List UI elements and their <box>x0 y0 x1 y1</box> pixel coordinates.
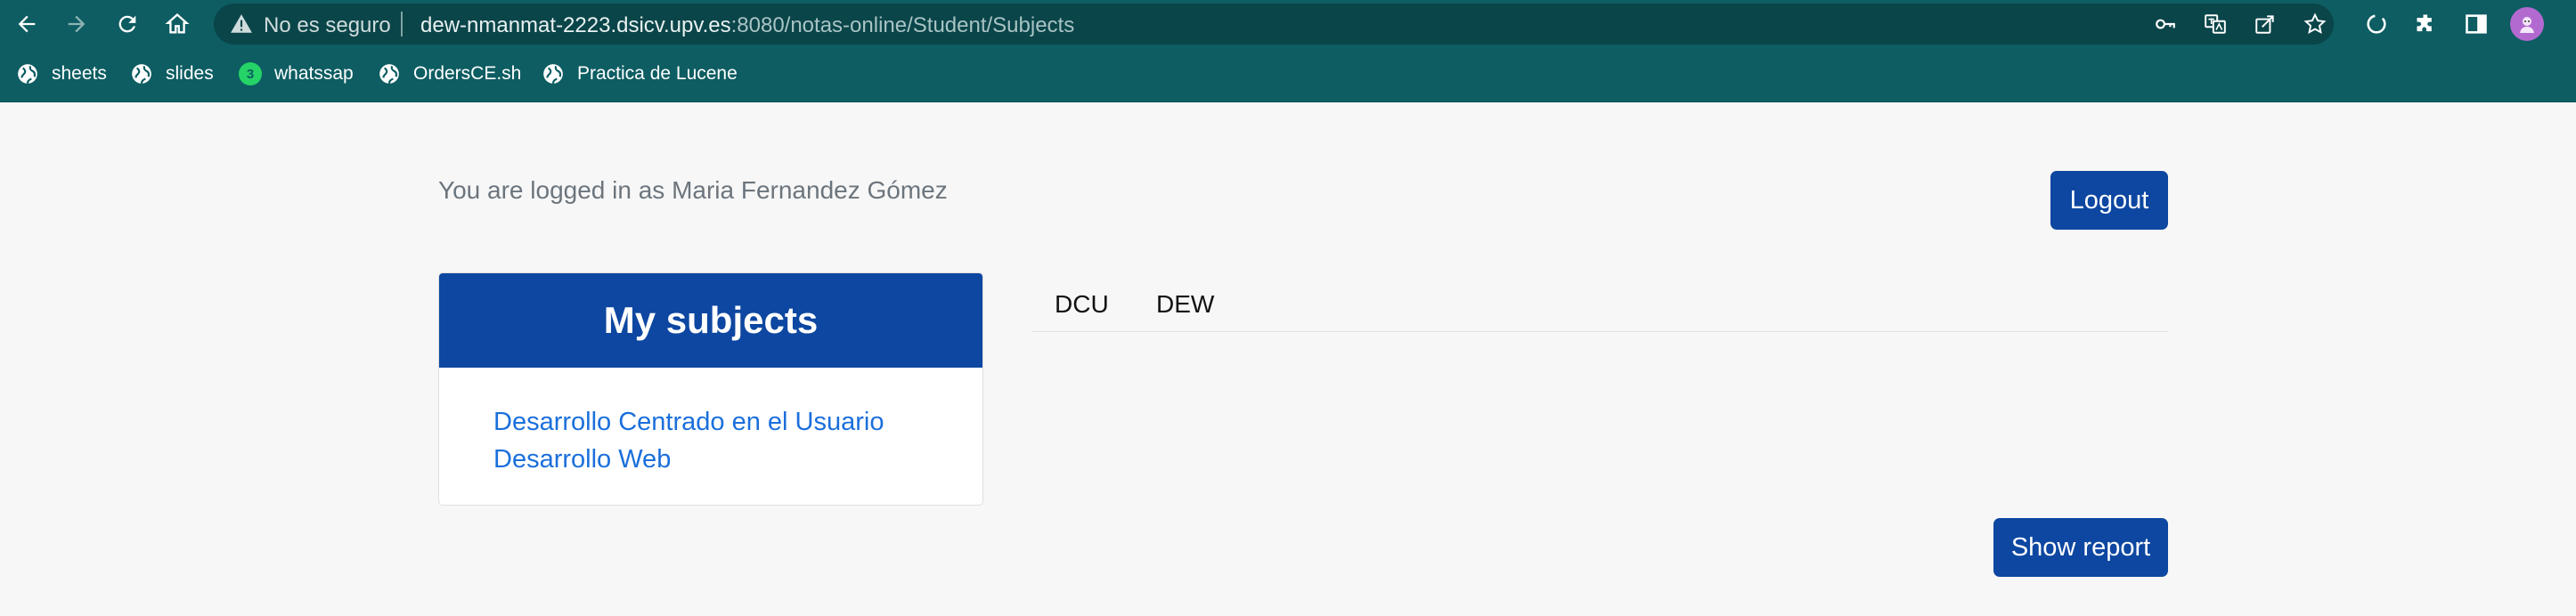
bookmark-whatsapp[interactable]: 3 whatssap <box>239 61 354 87</box>
globe-icon <box>379 64 399 84</box>
url-text[interactable]: dew-nmanmat-2223.dsicv.upv.es:8080/notas… <box>420 13 1074 38</box>
address-bar[interactable]: No es seguro dew-nmanmat-2223.dsicv.upv.… <box>214 4 2334 45</box>
star-icon[interactable] <box>2303 12 2327 36</box>
omnibox-divider <box>401 12 403 36</box>
puzzle-extension-icon[interactable] <box>2414 12 2439 36</box>
subject-link-dew[interactable]: Desarrollo Web <box>493 441 982 478</box>
whatsapp-icon: 3 <box>239 62 262 85</box>
url-path: :8080/notas-online/Student/Subjects <box>730 13 1075 37</box>
tab-dcu[interactable]: DCU <box>1055 290 1109 319</box>
reload-icon <box>118 15 136 33</box>
bookmark-lucene[interactable]: Practica de Lucene <box>542 61 738 87</box>
bookmark-label: whatssap <box>274 63 354 84</box>
bookmark-sheets[interactable]: sheets <box>16 61 107 87</box>
home-icon <box>165 12 190 34</box>
subject-tabs: DCU DEW <box>1031 278 2168 332</box>
back-button[interactable] <box>10 7 44 41</box>
globe-icon <box>132 64 151 84</box>
show-report-button[interactable]: Show report <box>1993 518 2168 577</box>
bookmark-label: OrdersCE.sh <box>413 63 522 84</box>
reload-button[interactable] <box>110 7 144 41</box>
bookmark-label: Practica de Lucene <box>577 63 738 84</box>
browser-toolbar: No es seguro dew-nmanmat-2223.dsicv.upv.… <box>0 0 2576 48</box>
security-label[interactable]: No es seguro <box>264 13 391 38</box>
logout-button[interactable]: Logout <box>2050 171 2168 230</box>
bookmarks-bar: sheets slides 3 whatssap OrdersCE.sh Pra… <box>0 48 2576 102</box>
tab-dew[interactable]: DEW <box>1156 290 1214 319</box>
side-panel-icon[interactable] <box>2464 12 2489 36</box>
back-arrow-icon <box>18 15 36 33</box>
warning-icon <box>231 14 252 33</box>
bookmark-label: sheets <box>52 63 107 84</box>
logged-in-status: You are logged in as Maria Fernandez Góm… <box>438 176 948 204</box>
subjects-card: My subjects Desarrollo Centrado en el Us… <box>438 272 983 506</box>
forward-arrow-icon <box>68 15 86 33</box>
avatar-face-icon <box>2520 17 2534 33</box>
home-button[interactable] <box>160 7 194 41</box>
sync-icon[interactable] <box>2364 12 2389 36</box>
whatsapp-badge: 3 <box>246 66 255 82</box>
globe-icon <box>543 64 563 84</box>
globe-icon <box>18 64 37 84</box>
bookmark-ordersce[interactable]: OrdersCE.sh <box>378 61 521 87</box>
subjects-card-title: My subjects <box>439 273 982 368</box>
key-icon[interactable] <box>2154 12 2177 36</box>
url-host: dew-nmanmat-2223.dsicv.upv.es <box>420 13 731 37</box>
subjects-list: Desarrollo Centrado en el Usuario Desarr… <box>439 368 982 478</box>
subject-link-dcu[interactable]: Desarrollo Centrado en el Usuario <box>493 403 982 441</box>
bookmark-slides[interactable]: slides <box>130 61 214 87</box>
share-icon[interactable] <box>2254 12 2277 36</box>
forward-button[interactable] <box>60 7 94 41</box>
translate-icon[interactable] <box>2204 12 2227 36</box>
bookmark-label: slides <box>166 63 214 84</box>
profile-avatar-icon[interactable] <box>2510 7 2544 41</box>
